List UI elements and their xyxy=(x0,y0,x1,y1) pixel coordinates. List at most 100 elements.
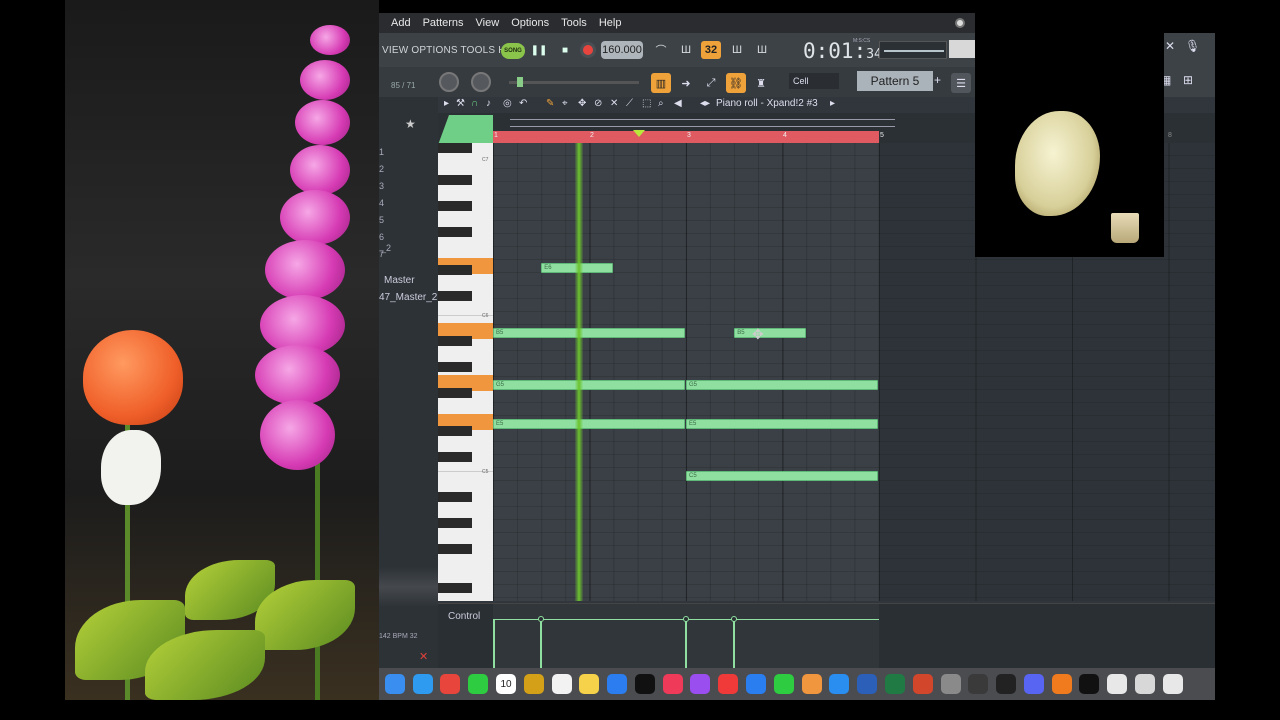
chrome-icon[interactable] xyxy=(440,674,461,694)
stop-button[interactable]: ■ xyxy=(555,40,575,60)
microphone-icon[interactable]: 🎙 xyxy=(1185,39,1200,53)
note-grid[interactable] xyxy=(493,143,879,601)
tv-icon[interactable] xyxy=(634,674,655,694)
quicktime-icon[interactable] xyxy=(968,674,989,694)
note-b5[interactable]: B5 xyxy=(734,328,806,338)
mixer-icon[interactable]: ☰ xyxy=(951,73,971,93)
podcasts-icon[interactable] xyxy=(690,674,711,694)
folder-icon[interactable] xyxy=(1162,674,1183,694)
countdown-icon[interactable]: 32 xyxy=(701,41,721,59)
screenshot-icon[interactable] xyxy=(1134,674,1155,694)
music-icon[interactable] xyxy=(662,674,683,694)
target-icon[interactable]: ◎ xyxy=(503,98,512,109)
loop-region[interactable] xyxy=(493,131,879,143)
record-indicator-icon[interactable] xyxy=(955,18,965,28)
arrow-right-icon[interactable]: ➜ xyxy=(676,73,696,93)
main-pitch-knob[interactable] xyxy=(471,72,491,92)
excel-icon[interactable] xyxy=(884,674,905,694)
song-mode-toggle[interactable]: SONG xyxy=(501,43,525,59)
note-g5[interactable]: G5 xyxy=(493,380,685,390)
velocity-bar[interactable] xyxy=(493,619,495,668)
main-volume-knob[interactable] xyxy=(439,72,459,92)
star-icon[interactable]: ★ xyxy=(405,117,416,131)
settings-icon[interactable] xyxy=(940,674,961,694)
browser-master-2[interactable]: 47_Master_2 xyxy=(379,292,437,303)
zoom-icon[interactable]: ⌕ xyxy=(658,98,664,109)
menu-help[interactable]: Help xyxy=(599,17,622,29)
tempo-display[interactable]: 160.000 xyxy=(601,41,643,59)
browser-item[interactable]: 4 xyxy=(379,198,384,208)
piano-keyboard[interactable]: C7 C6 C5 xyxy=(438,143,493,601)
playlist-icon[interactable]: ⤢ xyxy=(701,73,721,93)
menu-tools[interactable]: Tools xyxy=(561,17,587,29)
loop-record-icon[interactable]: Ш xyxy=(752,41,772,59)
note-c5[interactable]: C5 xyxy=(686,471,878,481)
menu-options[interactable]: Options xyxy=(511,17,549,29)
velocity-handle[interactable] xyxy=(683,616,689,622)
chevron-right-icon[interactable]: ▸ xyxy=(830,98,835,109)
menu-patterns[interactable]: Patterns xyxy=(423,17,464,29)
photos-icon[interactable] xyxy=(523,674,544,694)
powerpoint-icon[interactable] xyxy=(912,674,933,694)
freeform-icon[interactable] xyxy=(607,674,628,694)
step-edit-icon[interactable]: Ш xyxy=(727,41,747,59)
velocity-handle[interactable] xyxy=(731,616,737,622)
notes-icon[interactable] xyxy=(579,674,600,694)
wait-input-icon[interactable]: Ш xyxy=(676,41,696,59)
close-icon[interactable]: ✕ xyxy=(1165,39,1175,53)
velocity-bar[interactable] xyxy=(685,619,687,668)
paint-icon[interactable]: ✥ xyxy=(578,98,586,109)
velocity-bar[interactable] xyxy=(540,619,542,668)
pause-button[interactable]: ❚❚ xyxy=(529,40,549,60)
menu-add[interactable]: Add xyxy=(391,17,411,29)
fl-studio-icon[interactable] xyxy=(1051,674,1072,694)
browser-master[interactable]: Master xyxy=(384,275,415,286)
browser-item[interactable]: 1 xyxy=(379,147,384,157)
note-icon[interactable]: ♪ xyxy=(486,98,491,109)
delete-icon[interactable]: ⊘ xyxy=(594,98,602,109)
pages-icon[interactable] xyxy=(801,674,822,694)
velocity-bar[interactable] xyxy=(733,619,735,668)
velocity-lane[interactable] xyxy=(493,604,879,668)
slice-icon[interactable]: ⟋ xyxy=(626,98,633,109)
reminders-icon[interactable] xyxy=(551,674,572,694)
browser-item[interactable]: 3 xyxy=(379,181,384,191)
word-icon[interactable] xyxy=(857,674,878,694)
keynote-icon[interactable] xyxy=(746,674,767,694)
preview-icon[interactable] xyxy=(1107,674,1128,694)
playhead-marker[interactable] xyxy=(633,130,645,137)
link-icon[interactable]: ⛓ xyxy=(726,73,746,93)
tools-icon[interactable]: ⚒ xyxy=(456,98,465,109)
brush-icon[interactable]: ⌖ xyxy=(562,98,568,109)
horizontal-scrollbar[interactable] xyxy=(510,119,895,127)
speaker-icon[interactable]: ◀ xyxy=(674,98,682,109)
snap-select[interactable]: Cell xyxy=(789,73,839,89)
browser-item[interactable]: 5 xyxy=(379,215,384,225)
calendar-icon[interactable]: 10 xyxy=(496,674,517,694)
control-label[interactable]: Control xyxy=(448,611,480,622)
note-e5[interactable]: E5 xyxy=(493,419,685,429)
velocity-handle[interactable] xyxy=(538,616,544,622)
close-icon[interactable]: ✕ xyxy=(419,650,428,663)
cart-icon[interactable]: ⊞ xyxy=(1183,73,1193,87)
record-button[interactable] xyxy=(580,42,596,58)
note-e5[interactable]: E5 xyxy=(686,419,878,429)
select-icon[interactable]: ⬚ xyxy=(642,98,651,109)
note-g5[interactable]: G5 xyxy=(686,380,878,390)
metronome-icon[interactable]: ⌒ xyxy=(651,41,671,59)
news-icon[interactable] xyxy=(718,674,739,694)
browser-item[interactable]: 6 xyxy=(379,232,384,242)
piano-icon[interactable] xyxy=(996,674,1017,694)
magnet-icon[interactable]: ∩ xyxy=(471,98,478,109)
mute-icon[interactable]: ✕ xyxy=(610,98,618,109)
menu-view[interactable]: View xyxy=(476,17,500,29)
finder-icon[interactable] xyxy=(384,674,405,694)
appstore-icon[interactable] xyxy=(829,674,850,694)
facetime-icon[interactable] xyxy=(468,674,489,694)
play-arrow-icon[interactable]: ▸ xyxy=(444,98,449,109)
arrows-icon[interactable]: ◂▸ xyxy=(700,98,710,109)
discord-icon[interactable] xyxy=(1023,674,1044,694)
stamp-icon[interactable]: ♜ xyxy=(751,73,771,93)
terminal-icon[interactable] xyxy=(1079,674,1100,694)
note-b5[interactable]: B5 xyxy=(493,328,685,338)
